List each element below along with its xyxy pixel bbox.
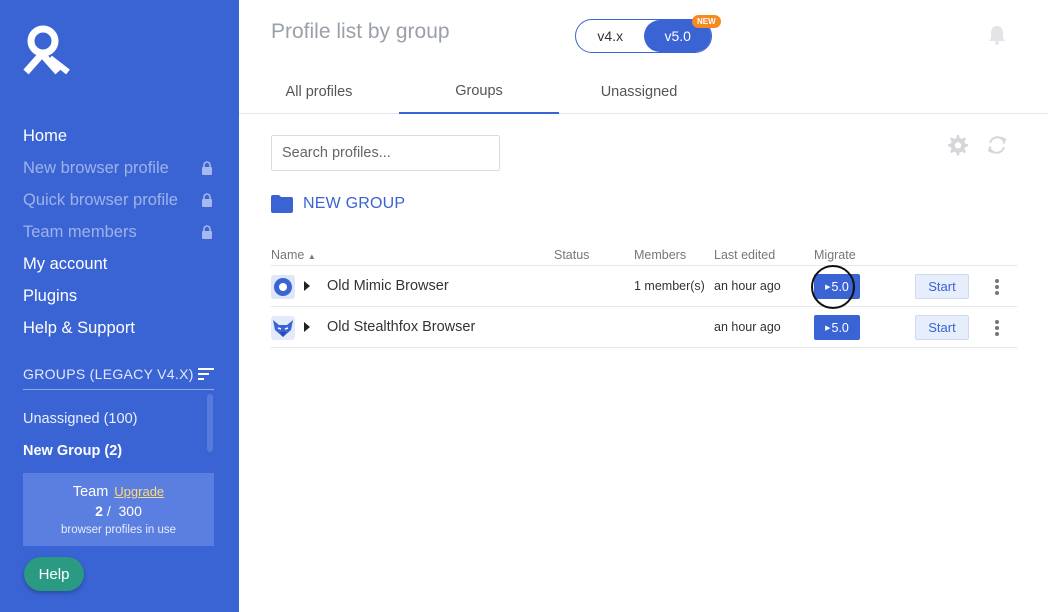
play-icon: ▶ (825, 283, 831, 291)
lock-icon (202, 225, 212, 239)
profiles-table: Name ▲ Status Members Last edited Migrat… (271, 244, 1017, 348)
new-badge: NEW (692, 15, 721, 28)
help-button[interactable]: Help (24, 557, 84, 591)
stealthfox-icon (271, 316, 295, 340)
migrate-button[interactable]: ▶ 5.0 (814, 274, 860, 299)
expand-caret-icon[interactable] (304, 322, 310, 332)
profile-last-edited: an hour ago (714, 279, 781, 293)
group-item-label: Unassigned (100) (23, 411, 138, 427)
plan-name: Team (72, 484, 109, 500)
nav-home-label: Home (23, 126, 68, 145)
tab-all-profiles[interactable]: All profiles (239, 70, 399, 114)
upgrade-link[interactable]: Upgrade (114, 484, 164, 499)
nav-my-account-label: My account (23, 254, 108, 273)
nav-team-members[interactable]: Team members (23, 216, 213, 248)
folder-icon (271, 195, 293, 213)
refresh-icon[interactable] (986, 134, 1008, 156)
nav-home[interactable]: Home (23, 120, 213, 152)
table-row[interactable]: Old Mimic Browser 1 member(s) an hour ag… (271, 265, 1017, 309)
group-title: NEW GROUP (271, 195, 405, 213)
gear-icon[interactable] (946, 134, 968, 156)
more-options-icon[interactable] (991, 277, 1003, 297)
start-button[interactable]: Start (915, 315, 969, 340)
column-header-last-edited: Last edited (714, 248, 776, 262)
sidebar-nav: Home New browser profile Quick browser p… (23, 120, 213, 344)
tab-unassigned[interactable]: Unassigned (559, 70, 719, 114)
search-input[interactable] (271, 135, 500, 171)
group-item-unassigned[interactable]: Unassigned (100) (23, 403, 208, 435)
mimic-icon (271, 275, 295, 299)
migrate-button[interactable]: ▶ 5.0 (814, 315, 860, 340)
profile-name: Old Stealthfox Browser (327, 319, 476, 335)
nav-plugins[interactable]: Plugins (23, 280, 213, 312)
sort-ascending-icon: ▲ (307, 252, 316, 261)
multilogin-logo-icon[interactable] (22, 24, 72, 76)
profiles-used-count: 2 (95, 503, 103, 519)
profiles-total-count: 300 (118, 503, 142, 519)
nav-team-members-label: Team members (23, 222, 137, 241)
group-name: NEW GROUP (303, 195, 406, 212)
sidebar: Home New browser profile Quick browser p… (0, 0, 239, 612)
nav-new-browser-profile-label: New browser profile (23, 158, 169, 177)
profile-name: Old Mimic Browser (327, 278, 449, 294)
column-header-status: Status (554, 248, 590, 262)
version-option-v4[interactable]: v4.x (576, 20, 644, 52)
plan-usage-box: Team Upgrade 2 / 300 browser profiles in … (23, 473, 214, 546)
plan-caption: browser profiles in use (60, 524, 177, 536)
groups-list: Unassigned (100) New Group (2) (23, 403, 208, 467)
nav-my-account[interactable]: My account (23, 248, 213, 280)
groups-header: GROUPS (LEGACY V4.X) (23, 358, 214, 390)
nav-plugins-label: Plugins (23, 286, 78, 305)
lock-icon (202, 161, 212, 175)
nav-help-support-label: Help & Support (23, 318, 135, 337)
plan-separator: / (106, 503, 111, 519)
tab-groups[interactable]: Groups (399, 70, 559, 114)
column-header-migrate: Migrate (814, 248, 856, 262)
nav-new-browser-profile[interactable]: New browser profile (23, 152, 213, 184)
nav-quick-browser-profile-label: Quick browser profile (23, 190, 178, 209)
profile-last-edited: an hour ago (714, 320, 781, 334)
nav-quick-browser-profile[interactable]: Quick browser profile (23, 184, 213, 216)
start-button[interactable]: Start (915, 274, 969, 299)
play-icon: ▶ (825, 324, 831, 332)
help-button-label: Help (38, 565, 70, 583)
profile-members: 1 member(s) (634, 279, 705, 293)
sort-icon[interactable] (198, 367, 214, 380)
group-item-label: New Group (2) (23, 443, 123, 459)
lock-icon (202, 193, 212, 207)
bell-icon[interactable] (988, 25, 1006, 45)
expand-caret-icon[interactable] (304, 281, 310, 291)
page-title: Profile list by group (271, 20, 450, 43)
table-header: Name ▲ Status Members Last edited Migrat… (271, 244, 1017, 266)
more-options-icon[interactable] (991, 318, 1003, 338)
column-header-members: Members (634, 248, 687, 262)
groups-header-label: GROUPS (LEGACY V4.X) (23, 365, 194, 382)
nav-help-support[interactable]: Help & Support (23, 312, 213, 344)
table-row[interactable]: Old Stealthfox Browser an hour ago ▶ 5.0 … (271, 307, 1017, 348)
migrate-button-label: 5.0 (831, 320, 849, 335)
version-toggle[interactable]: v4.x v5.0 (575, 19, 712, 53)
migrate-button-label: 5.0 (831, 279, 849, 294)
group-item-new-group[interactable]: New Group (2) (23, 435, 208, 467)
tab-bar: All profiles Groups Unassigned (239, 70, 1048, 114)
column-header-name-label: Name (271, 248, 305, 262)
column-header-name[interactable]: Name ▲ (271, 248, 316, 262)
